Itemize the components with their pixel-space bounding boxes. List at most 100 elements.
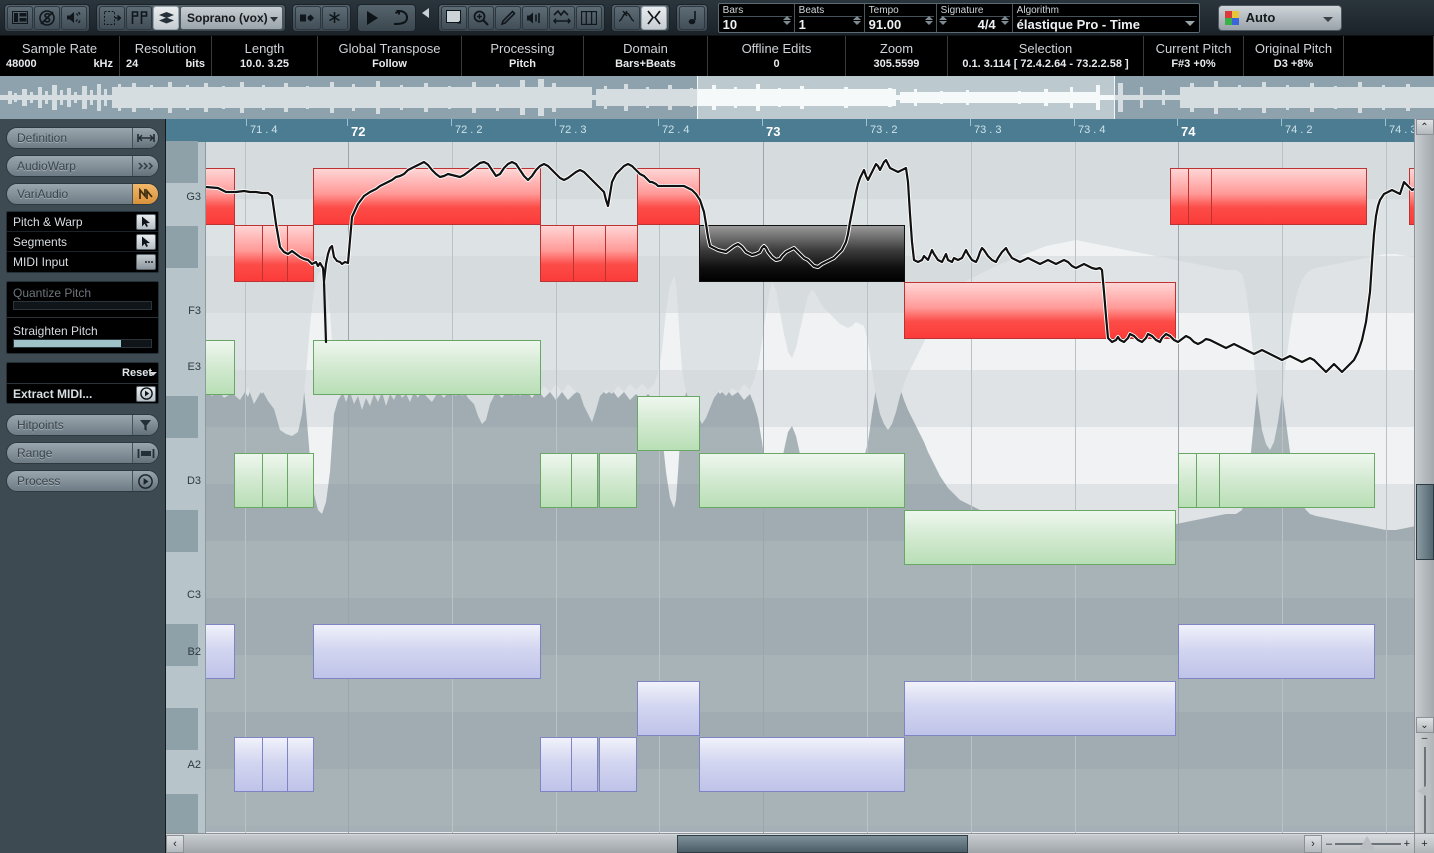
segment-divider[interactable] (262, 226, 263, 281)
tempo-field[interactable]: Tempo 91.00 (865, 3, 937, 32)
straighten-pitch-slider[interactable]: Straighten Pitch (7, 320, 158, 353)
segment-divider[interactable] (605, 226, 606, 281)
info-original-pitch[interactable]: Original Pitch D3 +8% (1244, 36, 1344, 76)
zoom-in-label[interactable]: + (1404, 838, 1410, 850)
bars-spinner[interactable] (783, 15, 792, 29)
black-key[interactable] (166, 794, 198, 836)
key-label-a2[interactable]: A2 (166, 755, 206, 775)
black-key[interactable] (166, 510, 198, 552)
variaudio-editor[interactable]: 71 . 4 72 72 . 2 72 . 3 72 . 4 73 73 . 2 73 . 3… (166, 119, 1434, 853)
midi-input-item[interactable]: MIDI Input (7, 252, 158, 272)
process-icon[interactable] (132, 471, 158, 491)
fixed-lanes-icon[interactable] (126, 5, 152, 30)
segments-item[interactable]: Segments (7, 232, 158, 252)
algorithm-field[interactable]: Algorithm élastique Pro - Time (1013, 4, 1199, 32)
signature-spinner[interactable] (1001, 15, 1010, 29)
black-key[interactable] (166, 226, 198, 268)
play-icon[interactable] (360, 6, 386, 30)
variaudio-icon[interactable] (132, 184, 158, 204)
h-scroll-thumb[interactable] (676, 834, 968, 853)
segment-divider[interactable] (287, 226, 288, 281)
snap-asterisk-icon[interactable] (321, 5, 348, 30)
layers-icon[interactable] (153, 5, 179, 30)
zoom-tool-icon[interactable] (467, 5, 494, 30)
speaker-icon[interactable] (61, 5, 87, 30)
key-label-b2[interactable]: B2 (166, 642, 206, 662)
horizontal-scrollbar[interactable]: ‹ › – + (166, 833, 1414, 853)
process-section[interactable]: Process (6, 470, 159, 492)
midi-connector-icon[interactable] (136, 254, 156, 270)
info-current-pitch[interactable]: Current Pitch F#3 +0% (1144, 36, 1244, 76)
horizontal-zoom-slider[interactable]: – + (1322, 834, 1414, 853)
select-region-icon[interactable] (99, 5, 125, 30)
scroll-corner-button[interactable]: + (1414, 833, 1434, 853)
scroll-left-button[interactable]: ‹ (166, 834, 184, 853)
key-label-e3[interactable]: E3 (166, 357, 206, 377)
info-sample-rate[interactable]: Sample Rate 48000 kHz (0, 36, 120, 76)
quantize-pitch-bar[interactable] (13, 301, 152, 310)
black-key[interactable] (166, 141, 198, 183)
scroll-down-button[interactable]: ⌄ (1415, 717, 1434, 733)
pitch-segment[interactable] (540, 225, 638, 282)
zoom-track[interactable] (1335, 835, 1401, 850)
definition-section[interactable]: Definition (6, 127, 159, 149)
warp-icon[interactable] (132, 156, 158, 176)
play-circle-icon[interactable] (136, 385, 156, 402)
cursor-arrow-icon[interactable] (136, 233, 156, 250)
overview-selection-range[interactable] (697, 76, 1115, 119)
musical-mode-icon[interactable] (678, 5, 705, 30)
stretch-icon[interactable] (132, 128, 158, 148)
auto-button[interactable]: Auto (1217, 4, 1342, 31)
info-resolution[interactable]: Resolution 24 bits (120, 36, 212, 76)
key-label-c3[interactable]: C3 (166, 585, 206, 605)
note-grid[interactable] (206, 142, 1414, 833)
vertical-scrollbar[interactable]: ⌃ ⌄ – + (1414, 119, 1434, 853)
range-tool-icon[interactable] (440, 5, 467, 30)
autoscroll-icon[interactable] (34, 5, 60, 30)
audiowarp-section[interactable]: AudioWarp (6, 155, 159, 177)
warp-tool-icon[interactable] (548, 5, 575, 30)
scroll-up-button[interactable]: ⌃ (1415, 119, 1434, 135)
straighten-pitch-bar[interactable] (13, 339, 152, 348)
zoom-out-label[interactable]: – (1326, 838, 1332, 850)
play-tool-icon[interactable] (521, 5, 548, 30)
segment-divider[interactable] (1211, 169, 1212, 224)
pitch-segment[interactable] (234, 225, 314, 282)
quantize-pitch-slider[interactable]: Quantize Pitch (7, 282, 158, 315)
time-warp-icon[interactable] (575, 5, 602, 30)
beats-spinner[interactable] (853, 15, 862, 29)
transport-expand-icon[interactable] (421, 4, 432, 32)
key-label-f3[interactable]: F3 (166, 301, 206, 321)
v-scroll-thumb[interactable] (1415, 484, 1434, 560)
algorithm-preset-combo[interactable]: Soprano (vox) (180, 5, 283, 30)
segment-divider[interactable] (573, 226, 574, 281)
black-key[interactable] (166, 396, 198, 438)
key-label-g3[interactable]: G3 (166, 187, 206, 207)
info-length[interactable]: Length 10.0. 3.25 (212, 36, 318, 76)
range-section[interactable]: Range (6, 442, 159, 464)
info-zoom[interactable]: Zoom 305.5599 (846, 36, 948, 76)
vzoom-thumb[interactable] (1416, 783, 1431, 800)
chevron-down-icon[interactable] (1184, 20, 1195, 26)
cursor-arrow-icon[interactable] (136, 213, 156, 230)
pitch-key-column[interactable]: G3 F3 E3 D3 C3 B2 A2 (166, 141, 206, 853)
funnel-icon[interactable] (132, 415, 158, 435)
show-info-icon[interactable] (7, 5, 33, 30)
pitch-and-warp-item[interactable]: Pitch & Warp (7, 212, 158, 232)
bars-field[interactable]: Bars 10 (719, 3, 795, 32)
waveform-overview[interactable] (0, 76, 1434, 119)
pitch-segment[interactable] (1170, 168, 1367, 225)
pitch-segment[interactable] (699, 225, 905, 282)
info-processing[interactable]: Processing Pitch (462, 36, 584, 76)
info-global-transpose[interactable]: Global Transpose Follow (318, 36, 462, 76)
black-key[interactable] (166, 708, 198, 750)
key-label-d3[interactable]: D3 (166, 471, 206, 491)
extract-midi-button[interactable]: Extract MIDI... (7, 383, 158, 403)
zoom-thumb[interactable] (1358, 835, 1375, 850)
pitch-segment[interactable] (637, 168, 700, 225)
v-scroll-track[interactable] (1415, 135, 1434, 717)
tempo-spinner[interactable] (925, 15, 934, 29)
snap-zero-crossing-icon[interactable] (613, 5, 640, 30)
loop-icon[interactable] (387, 6, 413, 30)
snap-icon[interactable] (640, 5, 667, 30)
